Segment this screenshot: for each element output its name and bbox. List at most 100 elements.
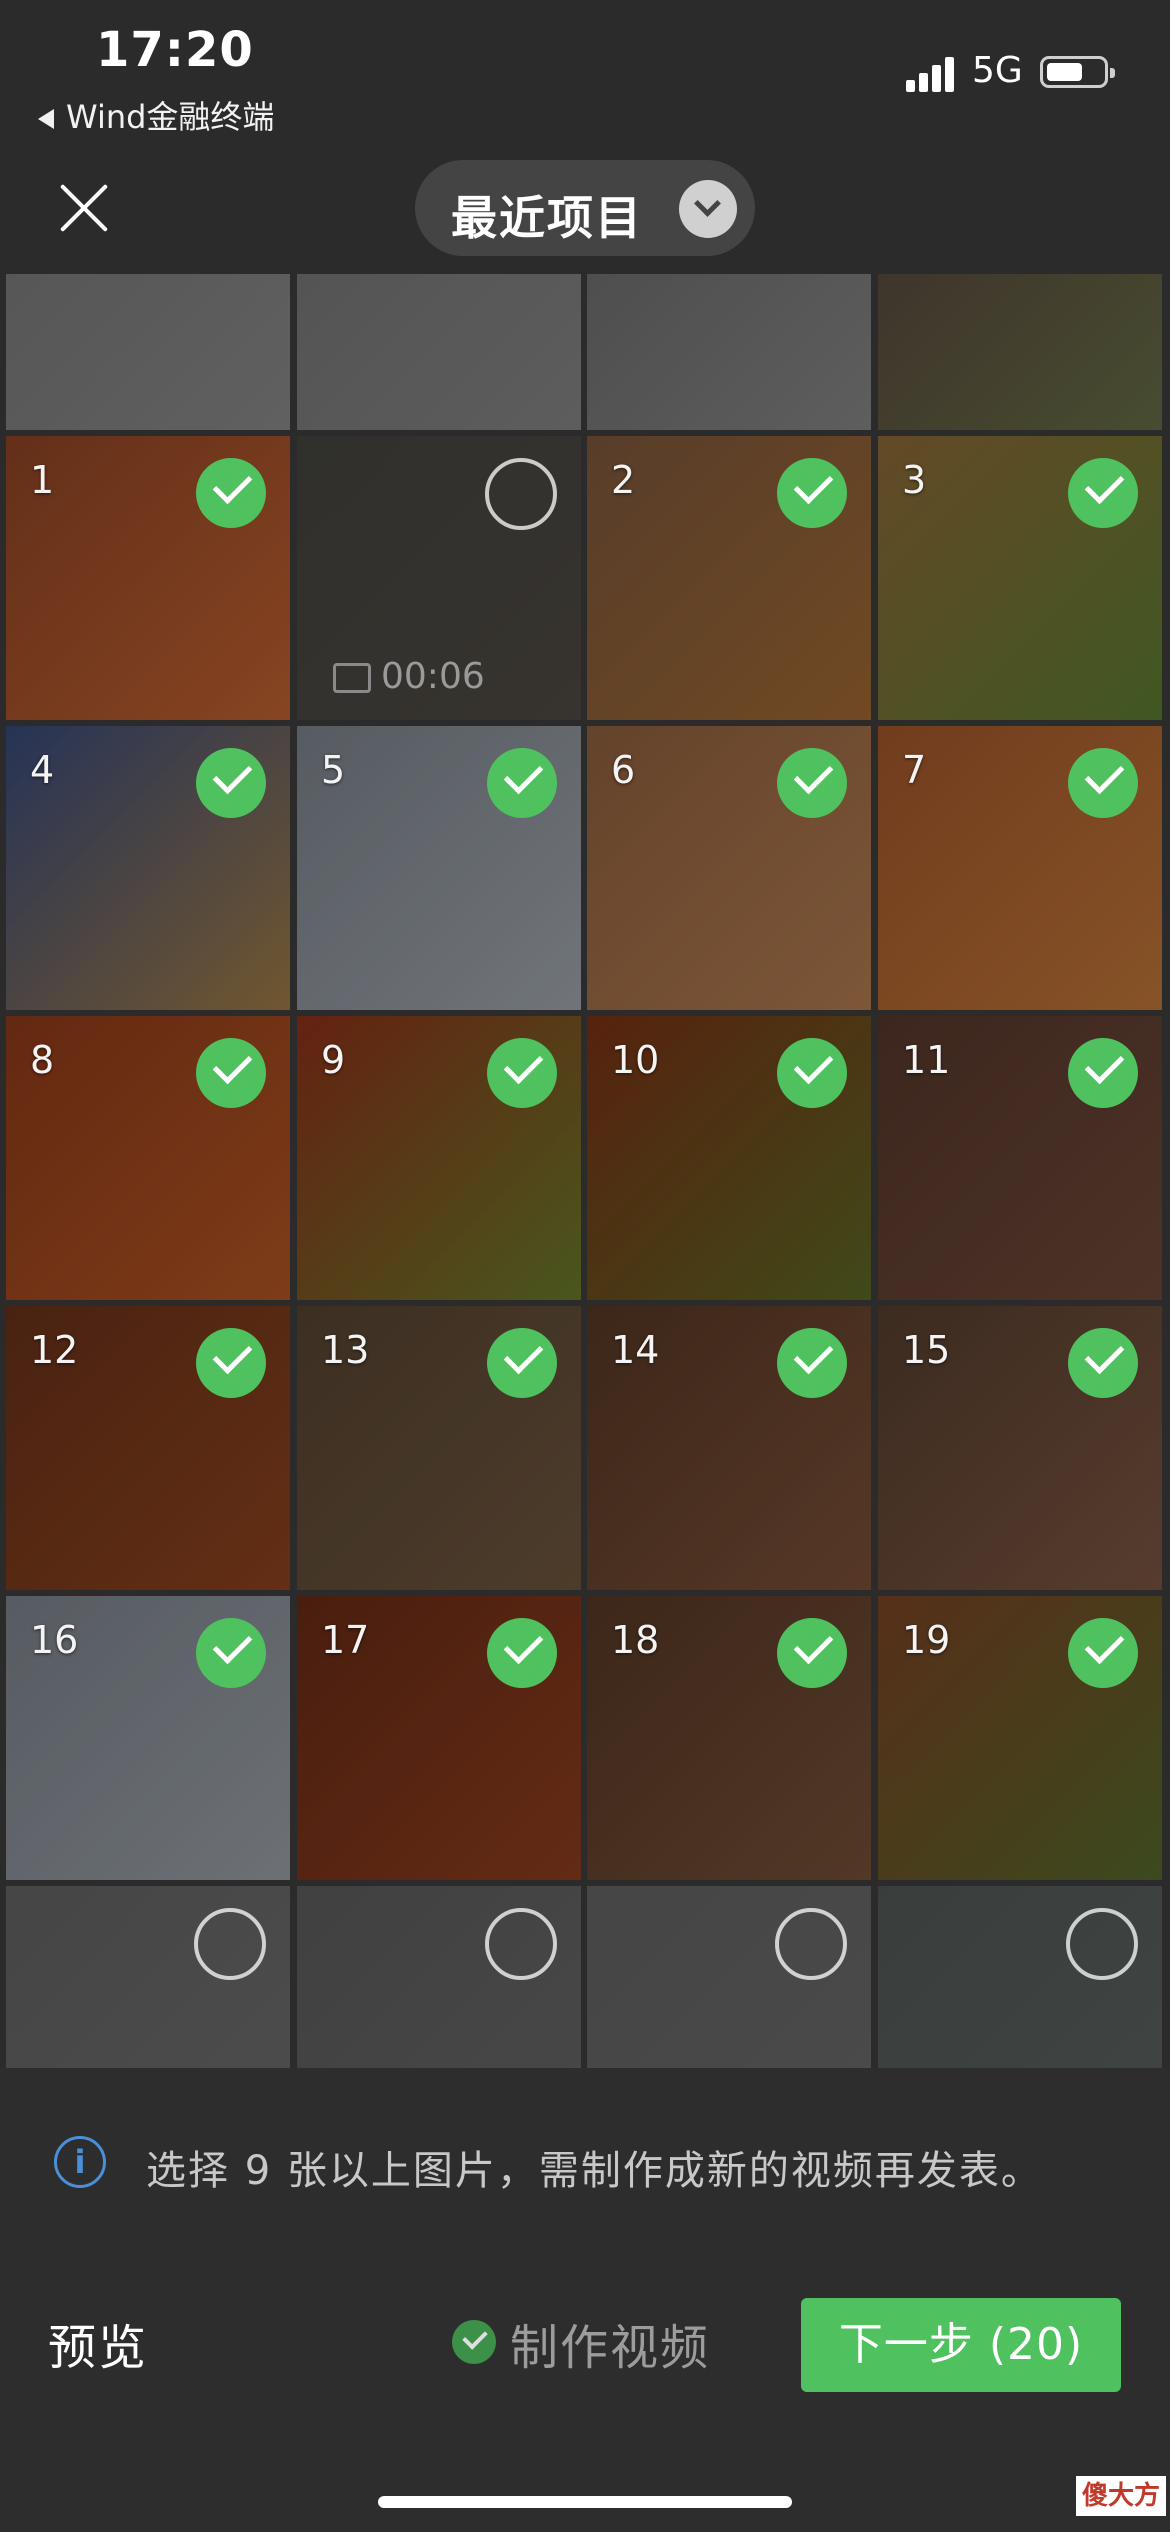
photo-thumbnail[interactable]: 9: [297, 1016, 581, 1300]
selection-order-number: 2: [611, 458, 636, 502]
thumbnail-dim-overlay: [878, 274, 1162, 430]
photo-thumbnail[interactable]: [6, 274, 290, 430]
check-circle-icon: [452, 2320, 496, 2364]
info-icon: i: [54, 2136, 106, 2188]
check-circle-icon[interactable]: [487, 1038, 557, 1108]
bottom-toolbar: i 选择 9 张以上图片，需制作成新的视频再发表。 预览 制作视频 下一步 (2…: [0, 2068, 1170, 2532]
selection-order-number: 11: [902, 1038, 951, 1082]
photo-thumbnail[interactable]: 6: [587, 726, 871, 1010]
photo-thumbnail[interactable]: 11: [878, 1016, 1162, 1300]
select-circle-icon[interactable]: [485, 458, 557, 530]
make-video-label: 制作视频: [510, 2320, 711, 2376]
back-arrow-icon: [38, 109, 54, 129]
check-circle-icon[interactable]: [487, 1618, 557, 1688]
check-circle-icon[interactable]: [1068, 748, 1138, 818]
photo-thumbnail[interactable]: 19: [878, 1596, 1162, 1880]
photo-thumbnail[interactable]: 16: [6, 1596, 290, 1880]
photo-thumbnail[interactable]: [587, 274, 871, 430]
watermark-logo: 傻大方: [1076, 2476, 1166, 2516]
check-circle-icon[interactable]: [777, 1038, 847, 1108]
selection-order-number: 9: [321, 1038, 346, 1082]
back-to-app-link[interactable]: Wind金融终端: [38, 92, 274, 138]
check-circle-icon[interactable]: [1068, 1618, 1138, 1688]
selection-order-number: 12: [30, 1328, 79, 1372]
album-title: 最近项目: [451, 191, 643, 245]
selection-order-number: 13: [321, 1328, 370, 1372]
selection-order-number: 15: [902, 1328, 951, 1372]
video-thumbnail[interactable]: 00:06: [297, 436, 581, 720]
close-icon[interactable]: [56, 180, 112, 236]
selection-order-number: 4: [30, 748, 55, 792]
photo-thumbnail[interactable]: 7: [878, 726, 1162, 1010]
info-text: 选择 9 张以上图片，需制作成新的视频再发表。: [146, 2148, 1043, 2194]
status-bar: 17:20 Wind金融终端 5G: [0, 0, 1170, 140]
photo-thumbnail[interactable]: 12: [6, 1306, 290, 1590]
photo-thumbnail[interactable]: 15: [878, 1306, 1162, 1590]
home-indicator[interactable]: [378, 2496, 792, 2508]
photo-thumbnail[interactable]: 13: [297, 1306, 581, 1590]
check-circle-icon[interactable]: [196, 1618, 266, 1688]
chevron-down-icon: [679, 180, 737, 238]
selection-order-number: 7: [902, 748, 927, 792]
check-circle-icon[interactable]: [1068, 458, 1138, 528]
photo-thumbnail[interactable]: [6, 1886, 290, 2068]
selection-order-number: 5: [321, 748, 346, 792]
photo-thumbnail[interactable]: 1: [6, 436, 290, 720]
check-circle-icon[interactable]: [196, 1038, 266, 1108]
check-circle-icon[interactable]: [196, 748, 266, 818]
check-circle-icon[interactable]: [777, 1328, 847, 1398]
photo-thumbnail[interactable]: 2: [587, 436, 871, 720]
photo-thumbnail[interactable]: 8: [6, 1016, 290, 1300]
check-circle-icon[interactable]: [1068, 1038, 1138, 1108]
video-camera-icon: [333, 663, 371, 693]
selection-order-number: 16: [30, 1618, 79, 1662]
photo-grid: 1 00:06 2 3 4 5 6 7 8 9 10 11 12 13 14 15 16 17 18 19: [0, 274, 1170, 2068]
battery-icon: [1040, 56, 1115, 88]
select-circle-icon[interactable]: [1066, 1908, 1138, 1980]
check-circle-icon[interactable]: [196, 1328, 266, 1398]
check-circle-icon[interactable]: [777, 748, 847, 818]
selection-order-number: 6: [611, 748, 636, 792]
photo-thumbnail[interactable]: 14: [587, 1306, 871, 1590]
check-circle-icon[interactable]: [777, 1618, 847, 1688]
album-selector[interactable]: 最近项目: [415, 160, 755, 256]
video-duration: 00:06: [333, 656, 485, 697]
next-button[interactable]: 下一步 (20): [801, 2298, 1121, 2392]
selection-order-number: 1: [30, 458, 55, 502]
thumbnail-dim-overlay: [6, 274, 290, 430]
back-app-label: Wind金融终端: [66, 98, 275, 136]
selection-order-number: 18: [611, 1618, 660, 1662]
select-circle-icon[interactable]: [485, 1908, 557, 1980]
photo-thumbnail[interactable]: [878, 274, 1162, 430]
check-circle-icon[interactable]: [196, 458, 266, 528]
photo-thumbnail[interactable]: 17: [297, 1596, 581, 1880]
thumbnail-dim-overlay: [587, 274, 871, 430]
selection-order-number: 17: [321, 1618, 370, 1662]
check-circle-icon[interactable]: [487, 1328, 557, 1398]
preview-button[interactable]: 预览: [48, 2308, 148, 2378]
photo-thumbnail[interactable]: 10: [587, 1016, 871, 1300]
network-type: 5G: [972, 50, 1023, 91]
selection-order-number: 19: [902, 1618, 951, 1662]
picker-header: 最近项目: [0, 140, 1170, 270]
video-duration-text: 00:06: [381, 656, 485, 697]
photo-thumbnail[interactable]: 18: [587, 1596, 871, 1880]
select-circle-icon[interactable]: [775, 1908, 847, 1980]
photo-thumbnail[interactable]: 3: [878, 436, 1162, 720]
check-circle-icon[interactable]: [777, 458, 847, 528]
check-circle-icon[interactable]: [487, 748, 557, 818]
thumbnail-dim-overlay: [297, 274, 581, 430]
selection-order-number: 14: [611, 1328, 660, 1372]
clock: 17:20: [96, 22, 254, 78]
selection-order-number: 10: [611, 1038, 660, 1082]
photo-thumbnail[interactable]: [587, 1886, 871, 2068]
selection-order-number: 3: [902, 458, 927, 502]
selection-order-number: 8: [30, 1038, 55, 1082]
photo-thumbnail[interactable]: [297, 274, 581, 430]
select-circle-icon[interactable]: [194, 1908, 266, 1980]
check-circle-icon[interactable]: [1068, 1328, 1138, 1398]
photo-thumbnail[interactable]: 4: [6, 726, 290, 1010]
photo-thumbnail[interactable]: [878, 1886, 1162, 2068]
photo-thumbnail[interactable]: [297, 1886, 581, 2068]
photo-thumbnail[interactable]: 5: [297, 726, 581, 1010]
